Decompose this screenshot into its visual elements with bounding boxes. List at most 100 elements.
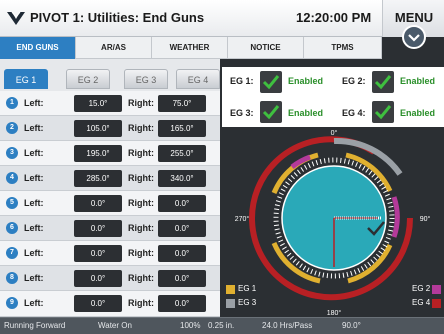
footer-pass-time: 24.0 Hrs/Pass xyxy=(262,321,313,330)
tab-weather[interactable]: WEATHER xyxy=(152,37,228,59)
table-row: 5 Left: 0.0° Right: 0.0° xyxy=(0,191,220,216)
gauge-label-90: 90° xyxy=(420,215,431,223)
checkmark-icon xyxy=(374,105,392,120)
right-angle-field[interactable]: 75.0° xyxy=(158,95,206,112)
right-angle-field[interactable]: 0.0° xyxy=(158,295,206,312)
left-angle-field[interactable]: 195.0° xyxy=(74,145,122,162)
tab-eg-4[interactable]: EG 4 xyxy=(176,69,220,89)
row-number-badge: 7 xyxy=(6,247,18,259)
right-angle-field[interactable]: 0.0° xyxy=(158,245,206,262)
table-row: 3 Left: 195.0° Right: 255.0° xyxy=(0,141,220,166)
right-angle-field[interactable]: 0.0° xyxy=(158,270,206,287)
right-label: Right: xyxy=(128,198,154,208)
pivot-gauge-area: 0° 90° 180° 270° EG 1 EG 3 EG 2 EG 4 xyxy=(222,127,444,317)
left-angle-field[interactable]: 0.0° xyxy=(74,220,122,237)
right-label: Right: xyxy=(128,223,154,233)
footer-direction: Running Forward xyxy=(4,321,66,330)
left-angle-field[interactable]: 105.0° xyxy=(74,120,122,137)
eg2-enable-checkbox[interactable] xyxy=(372,71,394,93)
right-label: Right: xyxy=(128,98,154,108)
left-angle-field[interactable]: 285.0° xyxy=(74,170,122,187)
tab-tpms[interactable]: TPMS xyxy=(304,37,382,59)
gauge-label-180: 180° xyxy=(327,309,342,317)
tab-eg-3[interactable]: EG 3 xyxy=(124,69,168,89)
app-header: PIVOT 1: Utilities: End Guns 12:20:00 PM… xyxy=(0,0,444,49)
eg2-status-label: EG 2: xyxy=(342,76,366,86)
right-label: Right: xyxy=(128,173,154,183)
right-label: Right: xyxy=(128,248,154,258)
right-label: Right: xyxy=(128,298,154,308)
left-label: Left: xyxy=(24,98,44,108)
legend-swatch-eg2 xyxy=(432,285,441,294)
eg1-status-value: Enabled xyxy=(288,76,324,86)
status-footer: Running Forward Water On 100% 0.25 in. 2… xyxy=(0,317,444,334)
left-angle-field[interactable]: 0.0° xyxy=(74,270,122,287)
table-row: 1 Left: 15.0° Right: 75.0° xyxy=(0,91,220,116)
eg2-status-value: Enabled xyxy=(400,76,436,86)
tab-end-guns[interactable]: END GUNS xyxy=(0,37,76,59)
gauge-label-0: 0° xyxy=(331,129,338,137)
left-angle-field[interactable]: 15.0° xyxy=(74,95,122,112)
eg4-enable-checkbox[interactable] xyxy=(372,101,394,123)
right-angle-field[interactable]: 255.0° xyxy=(158,145,206,162)
top-tab-bar: END GUNS AR/AS WEATHER NOTICE TPMS xyxy=(0,37,382,59)
row-number-badge: 1 xyxy=(6,97,18,109)
right-label: Right: xyxy=(128,148,154,158)
eg4-status-label: EG 4: xyxy=(342,108,366,118)
row-number-badge: 5 xyxy=(6,197,18,209)
company-logo-icon xyxy=(7,11,25,25)
footer-depth: 0.25 in. xyxy=(208,321,235,330)
left-label: Left: xyxy=(24,173,44,183)
right-label: Right: xyxy=(128,273,154,283)
checkmark-icon xyxy=(262,75,280,90)
left-label: Left: xyxy=(24,123,44,133)
row-number-badge: 2 xyxy=(6,122,18,134)
left-label: Left: xyxy=(24,198,44,208)
table-row: 9 Left: 0.0° Right: 0.0° xyxy=(0,291,220,317)
legend-swatch-eg1 xyxy=(226,285,235,294)
gauge-label-270: 270° xyxy=(235,215,250,223)
table-row: 8 Left: 0.0° Right: 0.0° xyxy=(0,266,220,291)
eg3-status-value: Enabled xyxy=(288,108,324,118)
left-angle-field[interactable]: 0.0° xyxy=(74,295,122,312)
right-label: Right: xyxy=(128,123,154,133)
right-angle-field[interactable]: 340.0° xyxy=(158,170,206,187)
row-number-badge: 3 xyxy=(6,147,18,159)
tab-notice[interactable]: NOTICE xyxy=(228,37,304,59)
row-number-badge: 4 xyxy=(6,172,18,184)
left-angle-field[interactable]: 0.0° xyxy=(74,195,122,212)
row-number-badge: 6 xyxy=(6,222,18,234)
row-number-badge: 8 xyxy=(6,272,18,284)
left-label: Left: xyxy=(24,273,44,283)
eg4-status-value: Enabled xyxy=(400,108,436,118)
eg1-status-label: EG 1: xyxy=(230,76,254,86)
legend-label-eg4: EG 4 xyxy=(412,298,431,307)
end-gun-tab-bar: EG 1 EG 2 EG 3 EG 4 xyxy=(0,59,220,91)
footer-water: Water On xyxy=(98,321,132,330)
page-title: PIVOT 1: Utilities: End Guns xyxy=(30,10,205,25)
right-angle-field[interactable]: 165.0° xyxy=(158,120,206,137)
eg1-enable-checkbox[interactable] xyxy=(260,71,282,93)
row-number-badge: 9 xyxy=(6,297,18,309)
legend-swatch-eg3 xyxy=(226,299,235,308)
menu-label: MENU xyxy=(394,10,434,25)
clock-time: 12:20:00 PM xyxy=(296,10,372,25)
left-angle-field[interactable]: 0.0° xyxy=(74,245,122,262)
eg3-enable-checkbox[interactable] xyxy=(260,101,282,123)
chevron-down-icon xyxy=(402,25,426,49)
table-row: 6 Left: 0.0° Right: 0.0° xyxy=(0,216,220,241)
footer-speed: 100% xyxy=(180,321,201,330)
menu-button[interactable]: MENU xyxy=(382,0,444,49)
end-gun-angle-table: 1 Left: 15.0° Right: 75.0° 2 Left: 105.0… xyxy=(0,91,220,317)
legend-label-eg1: EG 1 xyxy=(238,284,257,293)
tab-eg-1[interactable]: EG 1 xyxy=(4,69,48,89)
right-angle-field[interactable]: 0.0° xyxy=(158,220,206,237)
legend-label-eg2: EG 2 xyxy=(412,284,431,293)
left-label: Left: xyxy=(24,298,44,308)
legend-swatch-eg4 xyxy=(432,299,441,308)
tab-ar-as[interactable]: AR/AS xyxy=(76,37,152,59)
eg3-status-label: EG 3: xyxy=(230,108,254,118)
right-angle-field[interactable]: 0.0° xyxy=(158,195,206,212)
tab-eg-2[interactable]: EG 2 xyxy=(66,69,110,89)
footer-angle: 90.0° xyxy=(342,321,361,330)
